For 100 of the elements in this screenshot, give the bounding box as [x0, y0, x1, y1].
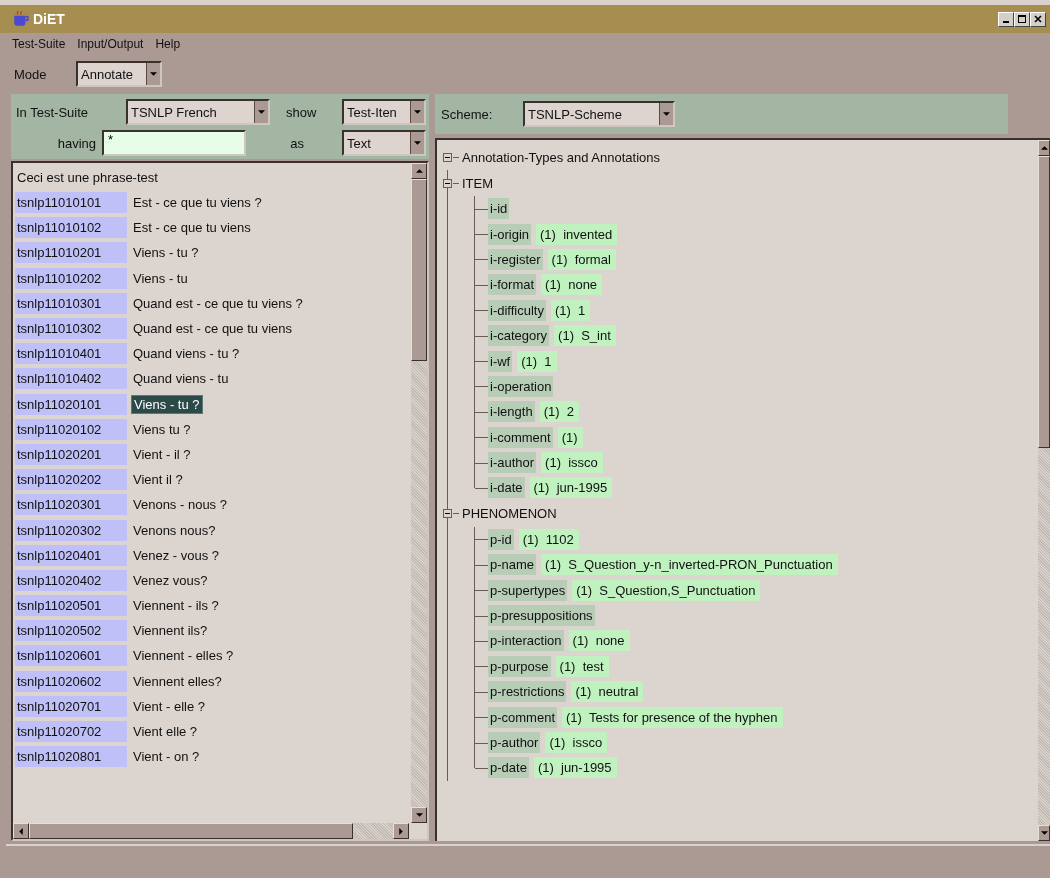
- tree-node[interactable]: Annotation-Types and Annotations: [462, 149, 661, 165]
- item-text[interactable]: Viennent ils?: [131, 622, 210, 640]
- annotation-type[interactable]: p-supertypes: [488, 579, 568, 601]
- collapse-toggle[interactable]: [443, 509, 452, 519]
- item-id[interactable]: tsnlp11020501: [15, 595, 127, 617]
- annotation-type[interactable]: p-date: [488, 757, 529, 779]
- as-dropdown[interactable]: Text: [342, 130, 426, 156]
- item-id[interactable]: tsnlp11020502: [15, 620, 127, 642]
- annotation-value[interactable]: (1): [557, 426, 583, 448]
- item-text[interactable]: Quand viens - tu ?: [131, 345, 242, 363]
- item-text[interactable]: Venons - nous ?: [131, 496, 229, 514]
- item-id[interactable]: tsnlp11020102: [15, 418, 127, 440]
- annotation-type[interactable]: i-format: [488, 274, 537, 296]
- having-field[interactable]: *: [102, 130, 246, 156]
- annotation-value[interactable]: (1) S_int: [554, 325, 616, 347]
- annotation-type[interactable]: p-name: [488, 554, 537, 576]
- annotation-value[interactable]: (1) jun-1995: [533, 757, 617, 779]
- vertical-scrollbar[interactable]: [1038, 140, 1050, 841]
- annotation-value[interactable]: (1) S_Question_y-n_inverted-PRON_Punctuation: [541, 554, 838, 576]
- tree-node[interactable]: ITEM: [462, 175, 494, 191]
- annotation-type[interactable]: p-interaction: [488, 630, 564, 652]
- item-id[interactable]: tsnlp11020801: [15, 746, 127, 768]
- tree-node[interactable]: PHENOMENON: [462, 506, 557, 522]
- item-id[interactable]: tsnlp11020101: [15, 393, 127, 415]
- annotation-type[interactable]: i-wf: [488, 350, 513, 372]
- item-text[interactable]: Venez - vous ?: [131, 546, 221, 564]
- annotation-value[interactable]: (1) 1: [550, 299, 591, 321]
- annotation-type[interactable]: i-length: [488, 401, 535, 423]
- annotation-value[interactable]: (1) issco: [545, 732, 608, 753]
- annotation-type[interactable]: i-difficulty: [488, 299, 546, 321]
- item-id[interactable]: tsnlp11020702: [15, 721, 127, 743]
- item-id[interactable]: tsnlp11010301: [15, 292, 127, 314]
- annotation-value[interactable]: (1) 2: [539, 401, 579, 423]
- annotation-type[interactable]: i-author: [488, 452, 537, 474]
- item-text[interactable]: Venez vous?: [131, 571, 210, 589]
- suite-dropdown[interactable]: TSNLP French: [126, 99, 270, 125]
- annotation-type[interactable]: p-purpose: [488, 655, 551, 677]
- annotation-value[interactable]: (1) jun-1995: [529, 477, 613, 499]
- item-text[interactable]: Vient - on ?: [131, 748, 202, 766]
- annotation-type[interactable]: p-id: [488, 528, 514, 550]
- annotation-type[interactable]: p-presuppositions: [488, 605, 595, 627]
- item-text[interactable]: Vient - il ?: [131, 445, 193, 463]
- annotation-type[interactable]: i-register: [488, 248, 543, 270]
- item-id[interactable]: tsnlp11010202: [15, 267, 127, 289]
- annotation-type[interactable]: p-author: [488, 732, 541, 753]
- menu-item[interactable]: Test-Suite: [12, 37, 66, 55]
- item-text[interactable]: Vient - elle ?: [131, 697, 208, 715]
- mode-dropdown[interactable]: Annotate: [76, 61, 162, 87]
- item-id[interactable]: tsnlp11010201: [15, 242, 127, 264]
- item-id[interactable]: tsnlp11010402: [15, 368, 127, 390]
- annotation-value[interactable]: (1) S_Question,S_Punctuation: [572, 579, 761, 601]
- annotation-value[interactable]: (1) test: [555, 655, 609, 677]
- item-id[interactable]: tsnlp11020301: [15, 494, 127, 516]
- annotation-value[interactable]: (1) issco: [541, 452, 603, 474]
- item-id[interactable]: tsnlp11010101: [15, 192, 127, 214]
- show-dropdown[interactable]: Test-Iten: [342, 99, 426, 125]
- item-text[interactable]: Quand est - ce que tu viens ?: [131, 294, 305, 312]
- annotation-value[interactable]: (1) 1: [517, 350, 557, 372]
- menu-item[interactable]: Input/Output: [77, 37, 144, 55]
- item-id[interactable]: tsnlp11010102: [15, 217, 127, 239]
- item-id[interactable]: tsnlp11020402: [15, 569, 127, 591]
- item-text[interactable]: Viens - tu ?: [131, 244, 201, 262]
- horizontal-scrollbar[interactable]: [13, 823, 409, 839]
- item-text[interactable]: Viens - tu: [131, 269, 190, 287]
- item-text[interactable]: Est - ce que tu viens ?: [131, 194, 264, 212]
- item-text[interactable]: Venons nous?: [131, 521, 218, 539]
- annotation-value[interactable]: (1) formal: [547, 248, 616, 270]
- item-id[interactable]: tsnlp11020202: [15, 469, 127, 491]
- annotation-type[interactable]: i-origin: [488, 223, 531, 245]
- annotation-type[interactable]: i-comment: [488, 426, 553, 448]
- item-text[interactable]: Viens - tu ?: [131, 394, 203, 414]
- item-id[interactable]: tsnlp11010401: [15, 343, 127, 365]
- annotation-value[interactable]: (1) 1102: [518, 528, 579, 550]
- item-text[interactable]: Viennent elles?: [131, 672, 224, 690]
- annotation-type[interactable]: p-comment: [488, 706, 558, 728]
- maximize-button[interactable]: [1014, 11, 1030, 27]
- item-text[interactable]: Quand est - ce que tu viens: [131, 320, 294, 338]
- annotation-type[interactable]: i-category: [488, 325, 550, 347]
- item-text[interactable]: Est - ce que tu viens: [131, 219, 253, 237]
- close-button[interactable]: [1030, 11, 1046, 27]
- annotation-type[interactable]: p-restrictions: [488, 681, 567, 703]
- item-text[interactable]: Viennent - ils ?: [131, 597, 221, 615]
- annotation-type[interactable]: i-id: [488, 198, 510, 220]
- annotation-value[interactable]: (1) none: [541, 274, 603, 296]
- menu-item[interactable]: Help: [155, 37, 181, 55]
- item-text[interactable]: Viens tu ?: [131, 420, 193, 438]
- annotation-type[interactable]: i-date: [488, 477, 525, 499]
- annotation-value[interactable]: (1) none: [568, 630, 630, 652]
- item-id[interactable]: tsnlp11020302: [15, 519, 127, 541]
- annotation-type[interactable]: i-operation: [488, 375, 554, 397]
- item-id[interactable]: tsnlp11020401: [15, 544, 127, 566]
- item-id[interactable]: tsnlp11010302: [15, 318, 127, 340]
- annotation-value[interactable]: (1) invented: [536, 223, 618, 245]
- annotation-value[interactable]: (1) Tests for presence of the hyphen: [562, 706, 783, 728]
- scroll-thumb[interactable]: [29, 823, 353, 839]
- annotation-value[interactable]: (1) neutral: [571, 681, 644, 703]
- item-id[interactable]: tsnlp11020602: [15, 670, 127, 692]
- item-text[interactable]: Vient elle ?: [131, 723, 200, 741]
- collapse-toggle[interactable]: [443, 178, 452, 188]
- item-id[interactable]: tsnlp11020201: [15, 443, 127, 465]
